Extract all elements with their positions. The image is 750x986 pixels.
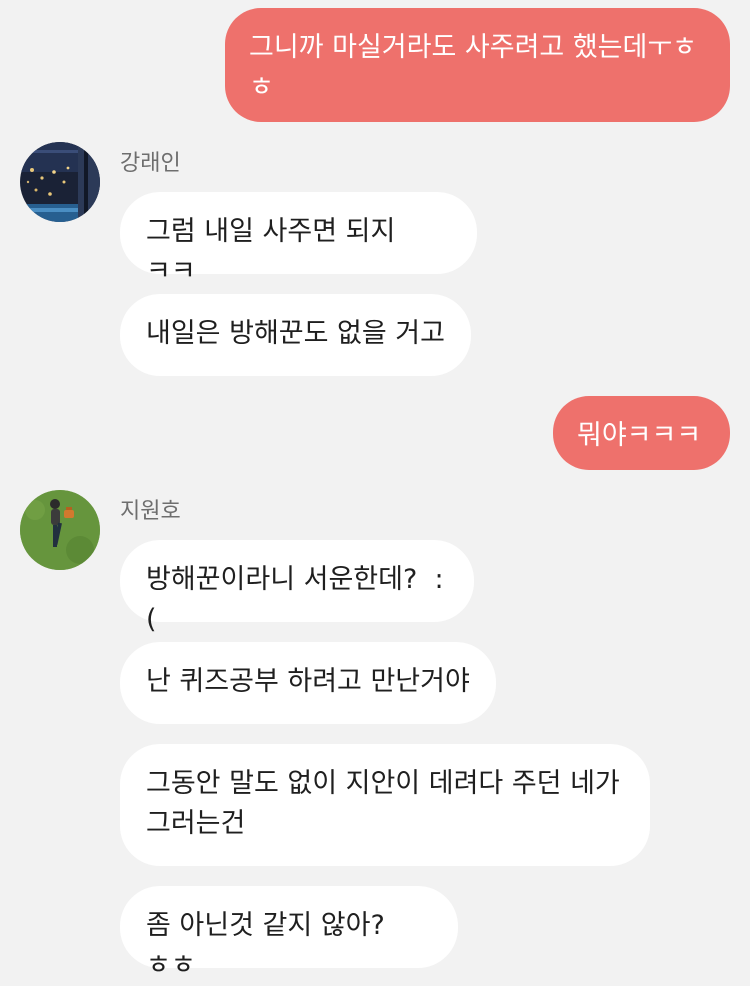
incoming-message-bubble[interactable]: 방해꾼이라니 서운한데? :( (120, 540, 474, 635)
incoming-message-bubble[interactable]: 좀 아닌것 같지 않아?ㅎㅎ (120, 886, 458, 981)
incoming-message-bubble[interactable]: 그럼 내일 사주면 되지 ㅋㅋ (120, 192, 477, 287)
night-window-avatar-icon (20, 142, 100, 222)
incoming-message-bubble[interactable]: 난 퀴즈공부 하려고 만난거야 (120, 642, 496, 724)
incoming-message-bubble[interactable]: 그동안 말도 없이 지안이 데려다 주던 네가 그러는건 (120, 744, 650, 866)
incoming-message-bubble[interactable]: 내일은 방해꾼도 없을 거고 (120, 294, 471, 376)
sender-name-kang: 강래인 (120, 151, 181, 176)
sender-avatar-kang[interactable] (20, 142, 100, 222)
sender-avatar-ji[interactable] (20, 490, 100, 570)
outgoing-message-bubble[interactable]: 뭐야ㅋㅋㅋ (553, 396, 730, 470)
outgoing-message-bubble[interactable]: 그니까 마실거라도 사주려고 했는데ㅜㅎ ㅎ (225, 8, 730, 122)
sender-name-ji: 지원호 (120, 499, 181, 524)
person-on-grass-avatar-icon (20, 490, 100, 570)
chat-conversation: 그니까 마실거라도 사주려고 했는데ㅜㅎ ㅎ 강래인 그럼 내일 사주면 되지 … (0, 0, 750, 981)
